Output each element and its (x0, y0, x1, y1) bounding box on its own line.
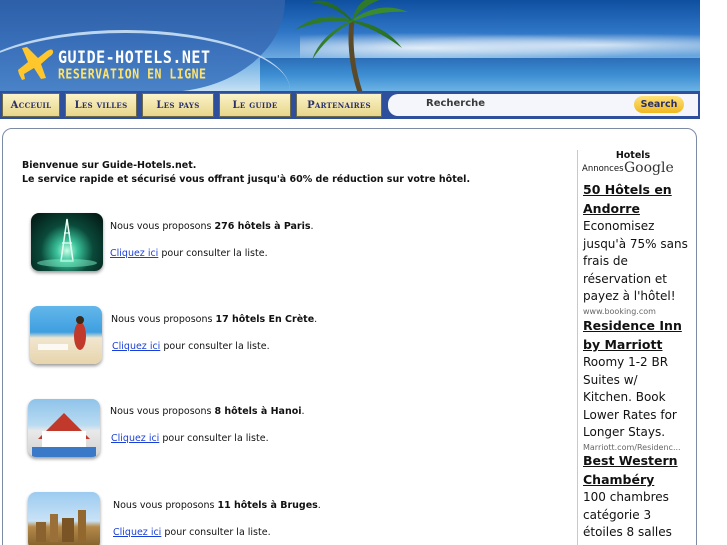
ad-body: Economisez jusqu'à 75% sans frais de rés… (583, 219, 688, 303)
ad-title[interactable]: Best Western Chambéry (583, 451, 689, 489)
eiffel-tower-icon (37, 218, 97, 267)
offer-suffix: . (301, 406, 305, 417)
ad-best-western: Best Western Chambéry 100 chambres catég… (583, 451, 689, 542)
offer-prefix: Nous vous proposons (110, 406, 215, 417)
offer-prefix: Nous vous proposons (113, 500, 218, 511)
ad-title[interactable]: Residence Inn by Marriott (583, 316, 689, 354)
offer-bruges-link-line: Cliquez ici pour consulter la liste. (113, 527, 271, 538)
welcome-line1: Bienvenue sur Guide-Hotels.net. (22, 160, 197, 171)
cliquez-ici-link[interactable]: Cliquez ici (113, 527, 161, 538)
search-bar[interactable]: Recherche Search (388, 94, 698, 116)
nav-le-guide[interactable]: Le guide (219, 93, 291, 117)
ad-body: Roomy 1-2 BR Suites w/ Kitchen. Book Low… (583, 355, 677, 439)
offer-suffix: . (310, 221, 314, 232)
offer-count: 276 hôtels à Paris (214, 221, 311, 232)
google-logo[interactable]: Google (624, 160, 674, 176)
search-button[interactable]: Search (634, 96, 684, 113)
offer-count: 11 hôtels à Bruges (217, 500, 318, 511)
ad-marriott: Residence Inn by Marriott Roomy 1-2 BR S… (583, 316, 689, 453)
nav-les-pays[interactable]: Les pays (142, 93, 214, 117)
cliquez-ici-link[interactable]: Cliquez ici (111, 433, 159, 444)
offer-prefix: Nous vous proposons (110, 221, 215, 232)
offer-suffix: . (314, 314, 318, 325)
nav-partenaires[interactable]: Partenaires (296, 93, 382, 117)
offer-paris-text: Nous vous proposons 276 hôtels à Paris. (110, 221, 314, 232)
offer-crete-link-line: Cliquez ici pour consulter la liste. (112, 341, 270, 352)
paris-image[interactable] (31, 213, 103, 271)
ad-body: 100 chambres catégorie 3 étoiles 8 salle… (583, 490, 672, 539)
ad-url[interactable]: www.booking.com (583, 306, 687, 317)
offer-bruges: Nous vous proposons 11 hôtels à Bruges. … (3, 490, 563, 545)
sidebar-ads: Hotels Annonces Google 50 Hôtels en Ando… (577, 150, 689, 545)
offer-crete: Nous vous proposons 17 hôtels En Crète. … (3, 304, 563, 374)
header-banner: GUIDE-HOTELS.NET RESERVATION EN LIGNE (0, 0, 700, 92)
link-suffix: pour consulter la liste. (158, 248, 268, 259)
offer-paris-link-line: Cliquez ici pour consulter la liste. (110, 248, 268, 259)
hanoi-image[interactable] (28, 399, 100, 457)
welcome-text: Bienvenue sur Guide-Hotels.net. Le servi… (22, 159, 470, 187)
offer-hanoi: Nous vous proposons 8 hôtels à Hanoi. Cl… (3, 397, 563, 467)
offer-hanoi-link-line: Cliquez ici pour consulter la liste. (111, 433, 269, 444)
nav-les-villes[interactable]: Les villes (65, 93, 137, 117)
city-skyline-icon (36, 510, 86, 542)
offer-count: 17 hôtels En Crète (215, 314, 315, 325)
nav-bar: Acceuil Les villes Les pays Le guide Par… (0, 91, 700, 119)
ad-andorre: 50 Hôtels en Andorre Economisez jusqu'à … (583, 180, 689, 317)
offer-bruges-text: Nous vous proposons 11 hôtels à Bruges. (113, 500, 321, 511)
offer-suffix: . (317, 500, 321, 511)
offer-paris: Nous vous proposons 276 hôtels à Paris. … (3, 211, 563, 281)
link-suffix: pour consulter la liste. (161, 527, 271, 538)
logo-subtitle: RESERVATION EN LIGNE (58, 66, 207, 83)
link-suffix: pour consulter la liste. (160, 341, 270, 352)
hotel-building-icon (32, 413, 96, 457)
airplane-icon (18, 47, 54, 80)
ad-title[interactable]: 50 Hôtels en Andorre (583, 180, 689, 218)
bruges-image[interactable] (28, 492, 100, 545)
offer-prefix: Nous vous proposons (111, 314, 216, 325)
nav-acceuil[interactable]: Acceuil (2, 93, 60, 117)
link-suffix: pour consulter la liste. (159, 433, 269, 444)
palm-tree-image (295, 0, 408, 92)
cliquez-ici-link[interactable]: Cliquez ici (110, 248, 158, 259)
page: GUIDE-HOTELS.NET RESERVATION EN LIGNE Ac… (0, 0, 727, 545)
offer-crete-text: Nous vous proposons 17 hôtels En Crète. (111, 314, 317, 325)
offer-hanoi-text: Nous vous proposons 8 hôtels à Hanoi. (110, 406, 305, 417)
ads-annonces-label[interactable]: Annonces (582, 164, 624, 174)
logo-title[interactable]: GUIDE-HOTELS.NET (58, 47, 211, 68)
search-label: Recherche (426, 98, 486, 109)
crete-image[interactable] (30, 306, 102, 364)
welcome-line2: Le service rapide et sécurisé vous offra… (22, 174, 471, 185)
cliquez-ici-link[interactable]: Cliquez ici (112, 341, 160, 352)
offer-count: 8 hôtels à Hanoi (214, 406, 302, 417)
beach-icon (38, 316, 86, 350)
